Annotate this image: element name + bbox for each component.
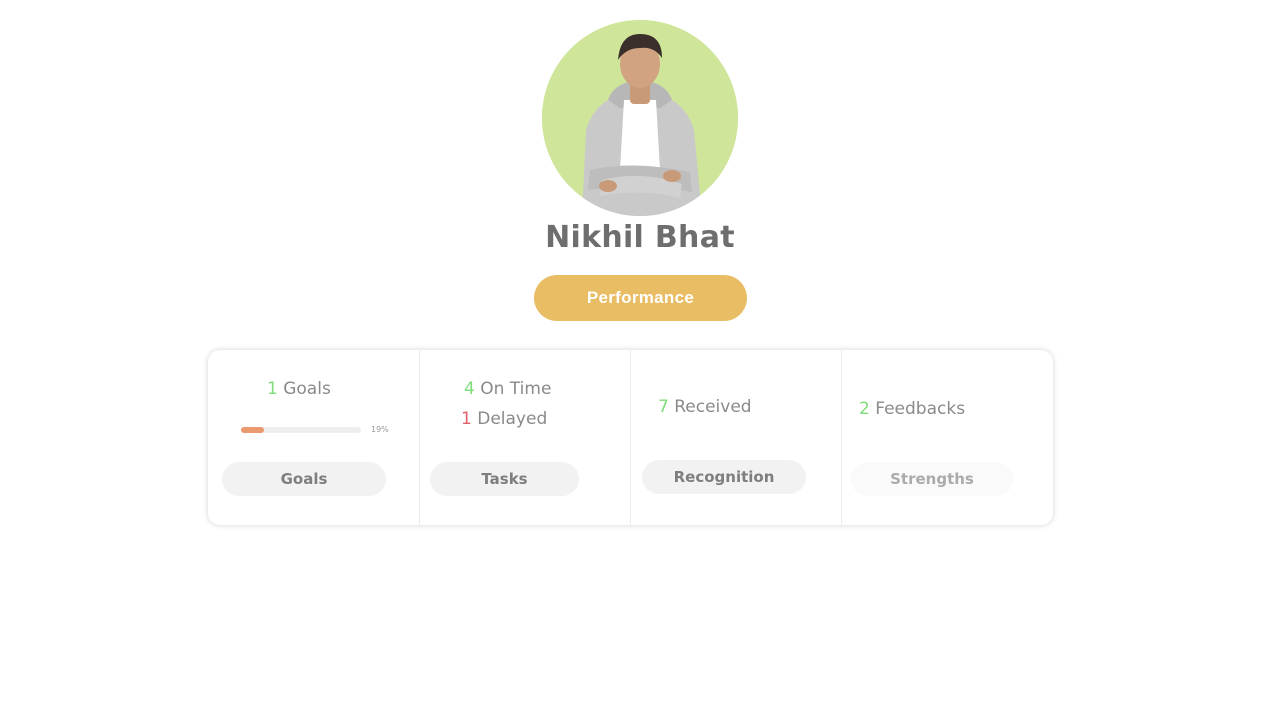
tasks-on-time-stat: 4 On Time [464, 379, 551, 399]
feedbacks-count: 2 [859, 399, 870, 419]
on-time-count: 4 [464, 379, 475, 399]
goals-button[interactable]: Goals [222, 462, 386, 496]
goals-progress-label: 19% [371, 425, 389, 434]
received-count: 7 [658, 397, 669, 417]
feedbacks-stat: 2 Feedbacks [859, 399, 965, 419]
column-divider [419, 350, 420, 525]
delayed-count: 1 [461, 409, 472, 429]
goals-stat: 1 Goals [267, 379, 331, 399]
goals-progress-fill [241, 427, 264, 433]
on-time-label: On Time [480, 379, 552, 399]
column-divider [630, 350, 631, 525]
goals-progress-bar [241, 427, 361, 433]
performance-button[interactable]: Performance [534, 275, 747, 321]
tasks-button[interactable]: Tasks [430, 462, 579, 496]
recognition-received-stat: 7 Received [658, 397, 752, 417]
feedbacks-label: Feedbacks [875, 399, 966, 419]
recognition-button[interactable]: Recognition [642, 460, 806, 494]
goals-stat-label: Goals [283, 379, 331, 399]
profile-avatar [542, 20, 738, 216]
goals-count: 1 [267, 379, 278, 399]
tasks-delayed-stat: 1 Delayed [461, 409, 547, 429]
delayed-label: Delayed [477, 409, 548, 429]
stats-card: 1 Goals 19% Goals 4 On Time 1 Delayed Ta… [208, 350, 1053, 525]
column-divider [841, 350, 842, 525]
strengths-button[interactable]: Strengths [851, 462, 1013, 496]
profile-page: Nikhil Bhat Performance 1 Goals 19% Goal… [0, 0, 1280, 720]
received-label: Received [674, 397, 752, 417]
person-photo [542, 20, 738, 216]
profile-name: Nikhil Bhat [545, 220, 735, 255]
